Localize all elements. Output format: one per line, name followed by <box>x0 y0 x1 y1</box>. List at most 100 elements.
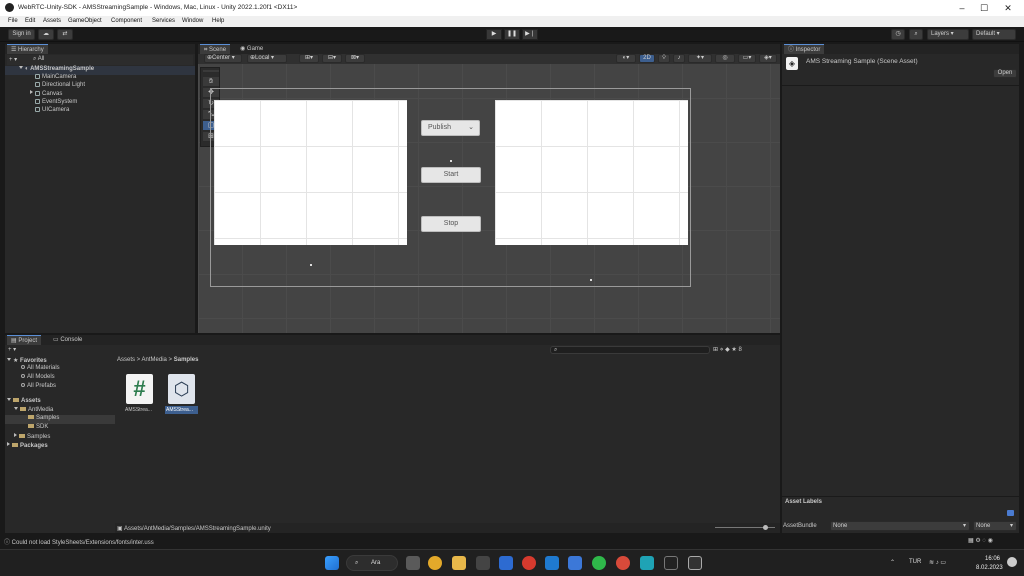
increment-snap-icon[interactable]: ⊠▾ <box>345 54 365 63</box>
app-icon[interactable] <box>499 556 513 570</box>
pivot-dropdown[interactable]: ⊕Center ▾ <box>204 54 242 63</box>
grid-visibility-icon[interactable]: ⊟▾ <box>322 54 342 63</box>
task-view-icon[interactable] <box>406 556 420 570</box>
layers-dropdown[interactable]: Layers ▾ <box>927 29 969 40</box>
effects-icon[interactable]: ✦▾ <box>688 54 712 63</box>
camera-icon[interactable]: ▭▾ <box>738 54 756 63</box>
project-search-input[interactable]: ⌕ <box>550 346 710 354</box>
cloud-icon[interactable]: ☁ <box>38 29 54 40</box>
asset-bundle-dropdown[interactable]: None ▾ <box>830 521 970 531</box>
shading-mode-icon[interactable]: ◐▾ <box>616 54 636 63</box>
clock-date[interactable]: 8.02.2023 <box>976 565 1003 571</box>
add-icon[interactable]: + ▾ <box>9 56 17 63</box>
tray-chevron-icon[interactable]: ⌃ <box>890 559 895 566</box>
menu-component[interactable]: Component <box>111 18 142 24</box>
layout-dropdown[interactable]: Default ▾ <box>972 29 1016 40</box>
asset-variant-dropdown[interactable]: None ▾ <box>973 521 1017 531</box>
asset-file-scene-selected[interactable]: AMSStrea... <box>166 407 193 413</box>
asset-file-script[interactable]: AMSStrea... <box>125 407 152 413</box>
tab-scene[interactable]: ⌗ Scene <box>200 44 231 54</box>
file-explorer-icon[interactable] <box>452 556 466 570</box>
keyboard-language[interactable]: TUR <box>909 559 921 565</box>
breadcrumb-item-current[interactable]: Samples <box>174 357 199 363</box>
pause-button[interactable]: ❚❚ <box>504 29 520 40</box>
icon-size-slider-handle[interactable] <box>763 525 768 530</box>
menu-services[interactable]: Services <box>152 18 175 24</box>
search-filter-icons[interactable]: ⊞ ⋄ ◆ ★ 8 <box>713 346 742 353</box>
step-button[interactable]: ▶❘ <box>522 29 538 40</box>
whatsapp-icon[interactable] <box>592 556 606 570</box>
stop-button[interactable]: Stop <box>421 216 481 232</box>
2d-toggle[interactable]: 2D <box>639 54 655 63</box>
menu-file[interactable]: File <box>8 18 18 24</box>
folder-samples[interactable]: Samples <box>14 433 50 440</box>
hierarchy-item-main-camera[interactable]: MainCamera <box>35 74 76 80</box>
network-volume-battery-icons[interactable]: ≋ ♪ ▭ <box>929 559 946 566</box>
tab-inspector[interactable]: ⓘ Inspector <box>784 44 825 54</box>
menu-gameobject[interactable]: GameObject <box>68 18 102 24</box>
collab-icon[interactable]: ⇄ <box>57 29 73 40</box>
hierarchy-search-bar[interactable]: + ▾ ⌕ All <box>7 55 193 65</box>
vscode-icon[interactable] <box>545 556 559 570</box>
clock-time[interactable]: 16:06 <box>985 556 1000 562</box>
unity-scene-icon[interactable]: ⬡ <box>168 374 195 404</box>
chrome-profile-icon[interactable] <box>616 556 630 570</box>
status-message[interactable]: ⓘ Could not load StyleSheets/Extensions/… <box>4 537 154 546</box>
menu-help[interactable]: Help <box>212 18 224 24</box>
favorite-all-models[interactable]: All Models <box>21 374 55 380</box>
windows-start-icon[interactable] <box>325 556 339 570</box>
history-icon[interactable]: ◷ <box>891 29 905 40</box>
tab-game[interactable]: ◉ Game <box>236 44 267 54</box>
search-icon[interactable]: ⌕ <box>909 29 923 40</box>
hierarchy-item-canvas[interactable]: Canvas <box>30 90 62 97</box>
outlook-icon[interactable] <box>568 556 582 570</box>
hierarchy-item-ui-camera[interactable]: UICamera <box>35 107 69 113</box>
minimize-button[interactable]: – <box>955 2 969 14</box>
tab-console[interactable]: ▭ Console <box>49 335 86 345</box>
gizmos-icon[interactable]: ◈▾ <box>759 54 777 63</box>
tab-hierarchy[interactable]: ☰ Hierarchy <box>7 44 48 54</box>
hierarchy-item-event-system[interactable]: EventSystem <box>35 99 77 105</box>
packages-folder[interactable]: Packages <box>7 442 48 449</box>
hand-tool-icon[interactable]: ✋︎ <box>203 77 219 87</box>
label-tag-icon[interactable] <box>1007 510 1014 516</box>
lighting-icon[interactable]: 💡︎ <box>658 54 670 63</box>
audio-icon[interactable]: ♪ <box>673 54 685 63</box>
create-asset-button[interactable]: + ▾ <box>8 346 16 353</box>
publish-dropdown[interactable]: Publish ⌄ <box>421 120 480 136</box>
space-dropdown[interactable]: ⊕Local ▾ <box>247 54 287 63</box>
scene-view[interactable]: ✋︎ ✥ ↻ ⤡ ▢ ⊞ Publish ⌄ Start Stop <box>198 54 780 333</box>
notification-icon[interactable] <box>1007 557 1017 567</box>
favorite-all-prefabs[interactable]: All Prefabs <box>21 383 56 389</box>
scene-visibility-icon[interactable]: ◎ <box>715 54 735 63</box>
assets-folder[interactable]: Assets <box>7 398 41 404</box>
folder-antmedia[interactable]: AntMedia <box>14 407 53 413</box>
breadcrumb-item[interactable]: Assets <box>117 357 135 363</box>
tab-project[interactable]: ▤ Project <box>7 335 42 345</box>
play-button[interactable]: ▶ <box>486 29 502 40</box>
unity-editor-icon[interactable] <box>688 556 702 570</box>
folder-sdk[interactable]: SDK <box>28 424 48 430</box>
csharp-script-icon[interactable]: # <box>126 374 153 404</box>
taskbar-search[interactable]: ⌕ Ara <box>346 555 398 571</box>
chrome-icon[interactable] <box>428 556 442 570</box>
hierarchy-item-directional-light[interactable]: Directional Light <box>35 82 85 88</box>
menu-edit[interactable]: Edit <box>25 18 35 24</box>
unity-hub-icon[interactable] <box>664 556 678 570</box>
status-icons[interactable]: ▦ ⚙ ◌ ◉ <box>968 537 993 544</box>
scene-root[interactable]: ◐ AMSStreamingSample <box>19 66 94 72</box>
grid-snap-icon[interactable]: ⊞▾ <box>299 54 319 63</box>
folder-samples-selected[interactable]: Samples <box>28 415 59 421</box>
notepad-icon[interactable] <box>640 556 654 570</box>
sign-in-button[interactable]: Sign in <box>8 29 35 40</box>
opera-icon[interactable] <box>522 556 536 570</box>
open-button[interactable]: Open <box>993 69 1017 78</box>
menu-assets[interactable]: Assets <box>43 18 61 24</box>
menu-window[interactable]: Window <box>182 18 203 24</box>
maximize-button[interactable]: ☐ <box>977 2 991 14</box>
favorite-all-materials[interactable]: All Materials <box>21 365 60 371</box>
start-button[interactable]: Start <box>421 167 481 183</box>
close-window-button[interactable]: ✕ <box>1001 2 1015 14</box>
breadcrumb-item[interactable]: AntMedia <box>142 357 167 363</box>
terminal-icon[interactable] <box>476 556 490 570</box>
